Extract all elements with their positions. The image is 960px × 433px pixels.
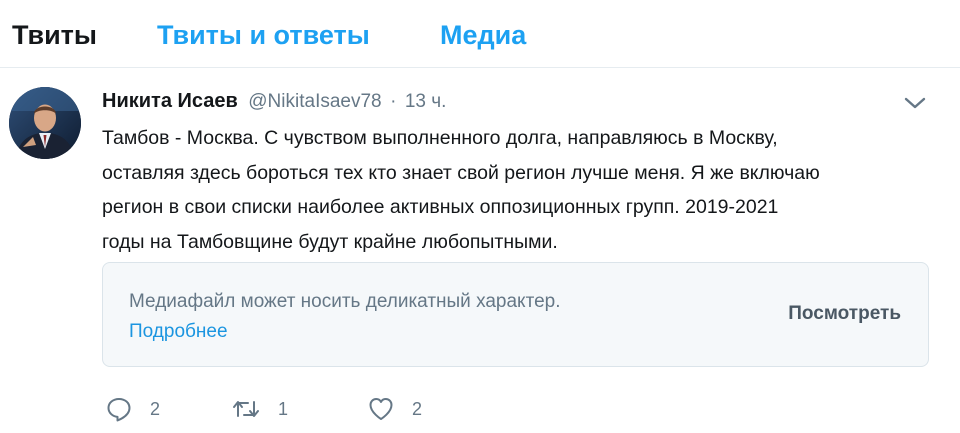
tweet-actions: 2 1 2 (102, 395, 602, 423)
sensitive-media-notice: Медиафайл может носить деликатный характ… (129, 291, 561, 312)
tweet-menu-button[interactable] (902, 93, 928, 113)
like-count: 2 (412, 399, 423, 419)
tweet-header: Никита Исаев @NikitaIsaev78 · 13 ч. (102, 87, 446, 115)
avatar[interactable] (9, 87, 81, 159)
retweet-icon (233, 401, 259, 417)
reply-button[interactable]: 2 (106, 395, 160, 423)
tweet-timestamp[interactable]: 13 ч. (405, 91, 447, 112)
author-handle[interactable]: @NikitaIsaev78 (248, 91, 381, 112)
tweet-text: Тамбов - Москва. С чувством выполненного… (102, 127, 820, 253)
avatar-image (9, 87, 81, 159)
chevron-down-icon (904, 97, 926, 109)
tweet-card[interactable]: Никита Исаев @NikitaIsaev78 · 13 ч. Тамб… (0, 69, 960, 433)
sensitive-media-warning: Медиафайл может носить деликатный характ… (102, 262, 929, 367)
like-button[interactable]: 2 (368, 395, 422, 423)
profile-tabs: Твиты Твиты и ответы Медиа (0, 0, 960, 68)
tab-media[interactable]: Медиа (440, 18, 526, 52)
heart-icon (369, 398, 393, 420)
retweet-button[interactable]: 1 (232, 395, 288, 423)
learn-more-link[interactable]: Подробнее (129, 319, 228, 345)
separator-dot: · (390, 91, 397, 112)
author-name[interactable]: Никита Исаев (102, 90, 238, 112)
tab-tweets-and-replies[interactable]: Твиты и ответы (157, 18, 370, 52)
tab-tweets[interactable]: Твиты (12, 18, 97, 52)
reply-icon (107, 398, 131, 422)
reply-count: 2 (150, 399, 161, 419)
retweet-count: 1 (278, 399, 289, 419)
view-media-button[interactable]: Посмотреть (788, 301, 901, 327)
